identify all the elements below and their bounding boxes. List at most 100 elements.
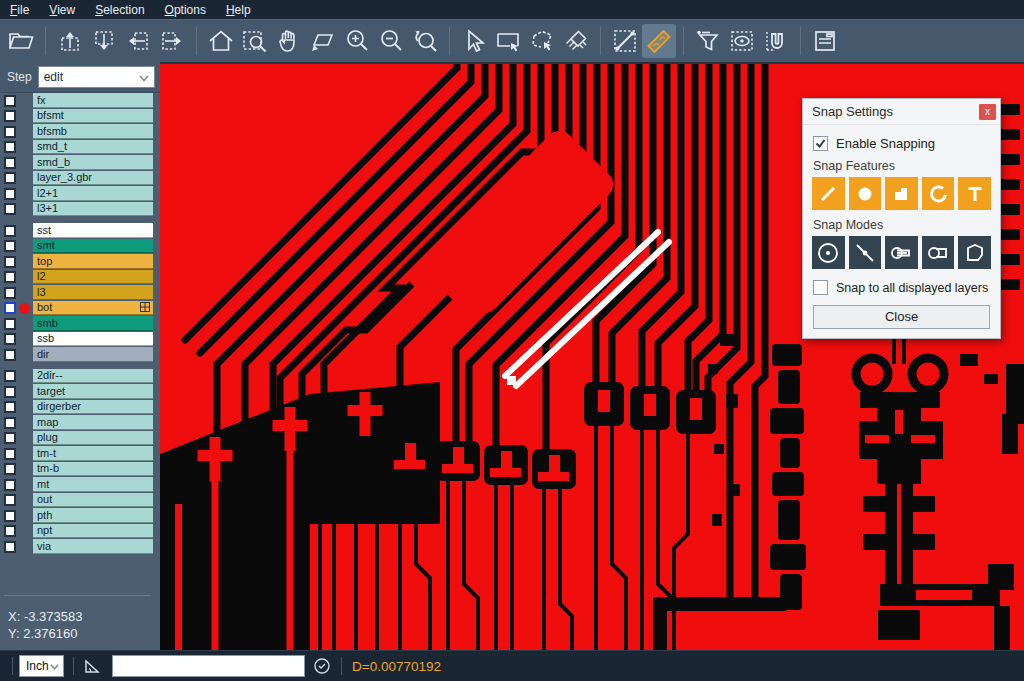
- layer-row-target[interactable]: target: [0, 384, 160, 400]
- layer-row-top[interactable]: top: [0, 254, 160, 270]
- step-select[interactable]: edit: [38, 66, 155, 88]
- sync-icon[interactable]: [313, 657, 331, 675]
- layer-row-npt[interactable]: npt: [0, 524, 160, 540]
- layer-visibility-checkbox[interactable]: [4, 141, 16, 153]
- snap-feature-text-button[interactable]: [958, 177, 991, 210]
- layer-visibility-checkbox[interactable]: [4, 157, 16, 169]
- zoom-home-button[interactable]: [204, 24, 238, 58]
- layer-visibility-checkbox[interactable]: [4, 95, 16, 107]
- layer-visibility-checkbox[interactable]: [4, 386, 16, 398]
- layer-row-sst[interactable]: sst: [0, 223, 160, 239]
- view-area-button[interactable]: [306, 24, 340, 58]
- layer-visibility-checkbox[interactable]: [4, 271, 16, 283]
- layer-visibility-checkbox[interactable]: [4, 126, 16, 138]
- menu-file[interactable]: File: [0, 1, 39, 19]
- menu-options[interactable]: Options: [155, 1, 216, 19]
- snap-mode-center-button[interactable]: [812, 236, 845, 269]
- layer-visibility-checkbox[interactable]: [4, 318, 16, 330]
- layer-visibility-checkbox[interactable]: [4, 479, 16, 491]
- snap-mode-contour-button[interactable]: [958, 236, 991, 269]
- layer-visibility-checkbox[interactable]: [4, 333, 16, 345]
- unit-select[interactable]: Inch: [19, 655, 64, 677]
- snap-feature-circle-button[interactable]: [849, 177, 882, 210]
- menu-help[interactable]: Help: [216, 1, 261, 19]
- pan-down-button[interactable]: [87, 24, 121, 58]
- open-file-button[interactable]: [4, 24, 38, 58]
- snap-mode-slot-line-button[interactable]: [885, 236, 918, 269]
- zoom-in-button[interactable]: [340, 24, 374, 58]
- snap-feature-pad-button[interactable]: [885, 177, 918, 210]
- measure-tool-button[interactable]: [608, 24, 642, 58]
- layer-row-smd_b[interactable]: smd_b: [0, 155, 160, 171]
- layer-visibility-checkbox[interactable]: [4, 432, 16, 444]
- layer-visibility-checkbox[interactable]: [4, 240, 16, 252]
- layer-row-bot[interactable]: bot: [0, 301, 160, 317]
- layer-row-bfsmt[interactable]: bfsmt: [0, 109, 160, 125]
- layer-visibility-checkbox[interactable]: [4, 541, 16, 553]
- layer-row-ssb[interactable]: ssb: [0, 332, 160, 348]
- layer-row-tm-t[interactable]: tm-t: [0, 446, 160, 462]
- pan-tool-button[interactable]: [272, 24, 306, 58]
- brush-tool-button[interactable]: [559, 24, 593, 58]
- layer-visibility-checkbox[interactable]: [4, 370, 16, 382]
- layer-visibility-checkbox[interactable]: [4, 401, 16, 413]
- layer-row-dir[interactable]: dir: [0, 347, 160, 363]
- layer-visibility-checkbox[interactable]: [4, 225, 16, 237]
- menu-view[interactable]: View: [39, 1, 85, 19]
- snap-mode-midpoint-button[interactable]: [849, 236, 882, 269]
- filter-button[interactable]: [691, 24, 725, 58]
- layer-row-smb[interactable]: smb: [0, 316, 160, 332]
- enable-snapping-row[interactable]: Enable Snapping: [813, 136, 991, 151]
- layer-row-l3[interactable]: l3: [0, 285, 160, 301]
- pan-left-button[interactable]: [121, 24, 155, 58]
- rect-select-button[interactable]: [491, 24, 525, 58]
- layer-visibility-checkbox[interactable]: [4, 494, 16, 506]
- layer-row-dirgerber[interactable]: dirgerber: [0, 400, 160, 416]
- layer-visibility-checkbox[interactable]: [4, 349, 16, 361]
- select-tool-button[interactable]: [457, 24, 491, 58]
- layer-row-l2+1[interactable]: l2+1: [0, 186, 160, 202]
- snap-feature-arc-button[interactable]: [922, 177, 955, 210]
- snap-all-layers-checkbox[interactable]: [813, 280, 828, 295]
- zoom-out-button[interactable]: [374, 24, 408, 58]
- snap-all-layers-row[interactable]: Snap to all displayed layers: [813, 280, 991, 295]
- layer-row-tm-b[interactable]: tm-b: [0, 462, 160, 478]
- layer-row-map[interactable]: map: [0, 415, 160, 431]
- layer-row-layer_3.gbr[interactable]: layer_3.gbr: [0, 171, 160, 187]
- layer-row-pth[interactable]: pth: [0, 508, 160, 524]
- layer-row-bfsmb[interactable]: bfsmb: [0, 124, 160, 140]
- layer-row-out[interactable]: out: [0, 493, 160, 509]
- menu-selection[interactable]: Selection: [85, 1, 154, 19]
- polygon-select-button[interactable]: [525, 24, 559, 58]
- layer-row-mt[interactable]: mt: [0, 477, 160, 493]
- layer-row-2dir--[interactable]: 2dir--: [0, 369, 160, 385]
- layer-visibility-checkbox[interactable]: [4, 110, 16, 122]
- layer-visibility-checkbox[interactable]: [4, 302, 16, 314]
- layer-visibility-checkbox[interactable]: [4, 463, 16, 475]
- snap-feature-line-button[interactable]: [812, 177, 845, 210]
- dialog-close-icon[interactable]: x: [979, 104, 996, 120]
- pan-right-button[interactable]: [155, 24, 189, 58]
- properties-panel-button[interactable]: [808, 24, 842, 58]
- layer-row-l2[interactable]: l2: [0, 270, 160, 286]
- layer-row-l3+1[interactable]: l3+1: [0, 202, 160, 218]
- layer-row-smd_t[interactable]: smd_t: [0, 140, 160, 156]
- measure-input[interactable]: [112, 655, 305, 677]
- view-options-button[interactable]: [725, 24, 759, 58]
- layer-row-via[interactable]: via: [0, 539, 160, 555]
- layer-visibility-checkbox[interactable]: [4, 448, 16, 460]
- dialog-close-button[interactable]: Close: [813, 305, 990, 329]
- pan-up-button[interactable]: [53, 24, 87, 58]
- layer-visibility-checkbox[interactable]: [4, 172, 16, 184]
- zoom-previous-button[interactable]: [408, 24, 442, 58]
- layer-visibility-checkbox[interactable]: [4, 188, 16, 200]
- layer-visibility-checkbox[interactable]: [4, 510, 16, 522]
- layer-visibility-checkbox[interactable]: [4, 287, 16, 299]
- snap-button[interactable]: [759, 24, 793, 58]
- layer-row-plug[interactable]: plug: [0, 431, 160, 447]
- layer-row-smt[interactable]: smt: [0, 239, 160, 255]
- layer-row-fx[interactable]: fx: [0, 93, 160, 109]
- ruler-tool-button[interactable]: [642, 24, 676, 58]
- snap-mode-slot-button[interactable]: [922, 236, 955, 269]
- angle-icon[interactable]: [82, 656, 102, 676]
